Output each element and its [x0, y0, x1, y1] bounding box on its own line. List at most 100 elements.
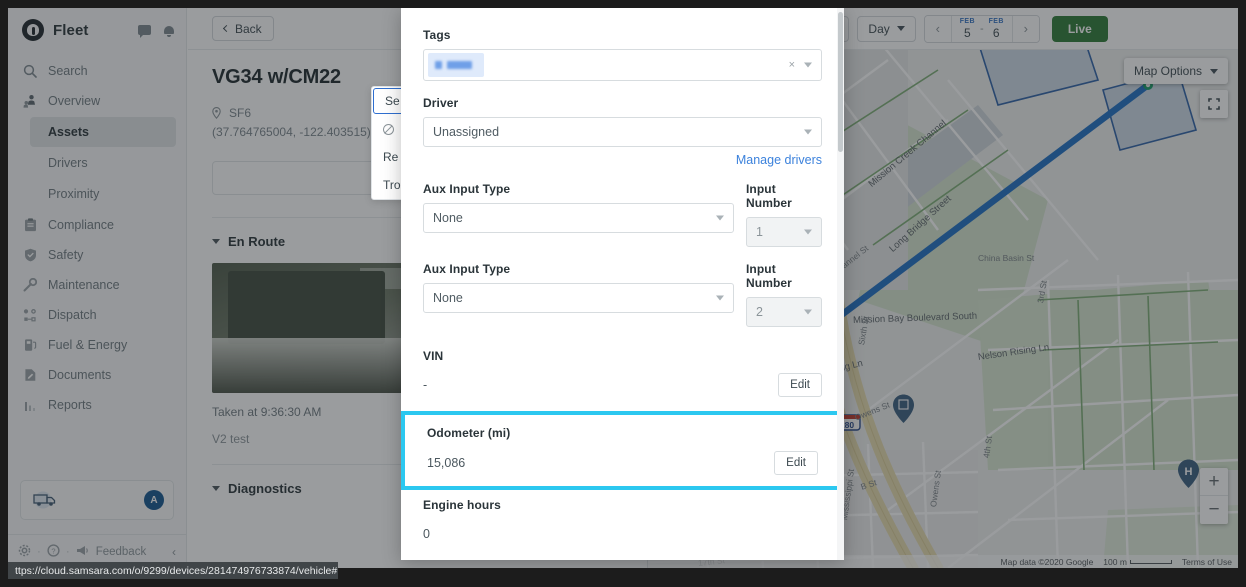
map-options-button[interactable]: Map Options — [1123, 58, 1228, 84]
sidebar-item-dispatch[interactable]: Dispatch — [8, 300, 186, 330]
collapse-sidebar-icon[interactable]: ‹ — [172, 545, 176, 559]
clear-tags-icon[interactable]: × — [789, 59, 795, 71]
aux-input-type-select-2[interactable]: None — [423, 283, 734, 313]
help-icon[interactable]: ? — [47, 543, 60, 560]
vin-label: VIN — [423, 349, 444, 363]
driver-value: Unassigned — [433, 125, 500, 139]
input-number-select-2[interactable]: 2 — [746, 297, 822, 327]
live-button[interactable]: Live — [1051, 15, 1108, 42]
driver-select[interactable]: Unassigned — [423, 117, 822, 147]
sidebar-item-label: Documents — [48, 368, 112, 382]
menu-item-label: Tro — [383, 178, 401, 192]
megaphone-icon[interactable] — [76, 545, 90, 559]
map-attribution: Map data ©2020 Google — [1000, 556, 1094, 567]
map-options-label: Map Options — [1133, 64, 1202, 78]
input-number-label: Input Number — [746, 182, 792, 210]
fuel-pump-icon — [22, 337, 38, 353]
no-entry-icon — [383, 123, 394, 135]
date-separator: - — [979, 22, 984, 35]
sidebar-item-label: Proximity — [48, 187, 100, 201]
footer-separator: · — [65, 545, 70, 558]
interval-dropdown[interactable]: Day — [857, 15, 916, 42]
photo-shape — [228, 270, 385, 344]
modal-scrollbar[interactable] — [837, 8, 844, 560]
gear-icon[interactable] — [18, 544, 31, 560]
engine-hours-value: 0 — [423, 527, 430, 541]
truck-icon — [32, 491, 62, 509]
caret-down-icon — [212, 239, 220, 244]
next-date-button[interactable]: › — [1012, 15, 1039, 42]
field-driver: Driver Unassigned — [423, 96, 822, 147]
field-tags: Tags × — [423, 28, 822, 81]
sidebar-item-documents[interactable]: Documents — [8, 360, 186, 390]
aux-input-type-value: None — [433, 211, 463, 225]
sidebar-item-label: Drivers — [48, 156, 88, 170]
modal-scrollbar-thumb[interactable] — [838, 12, 843, 152]
location-name: SF6 — [229, 106, 252, 120]
chevron-left-icon — [222, 24, 231, 33]
status-bar-url: ttps://cloud.samsara.com/o/9299/devices/… — [8, 562, 338, 579]
input-number-select-1[interactable]: 1 — [746, 217, 822, 247]
date-range-picker: ‹ FEB 5 - FEB 6 › — [923, 14, 1040, 43]
zoom-out-button[interactable]: − — [1200, 496, 1228, 524]
vehicle-switcher-card[interactable]: A — [20, 480, 174, 520]
sidebar-item-label: Dispatch — [48, 308, 97, 322]
engine-hours-label: Engine hours — [423, 498, 501, 512]
sidebar-item-label: Fuel & Energy — [48, 338, 128, 352]
document-icon — [22, 367, 38, 383]
sidebar-item-drivers[interactable]: Drivers — [30, 148, 176, 178]
sidebar-item-overview[interactable]: Overview — [8, 86, 186, 116]
bell-icon[interactable] — [164, 25, 174, 37]
chevron-down-icon — [716, 295, 724, 301]
app-window: Fleet Search Overview Assets Drivers Pro… — [0, 0, 1246, 587]
sidebar-item-compliance[interactable]: Compliance — [8, 210, 186, 240]
input-number-value: 1 — [756, 225, 763, 239]
field-aux-input-type-1: Aux Input Type None — [423, 182, 734, 247]
vehicle-settings-modal: Tags × Driver Unassigned Manage drivers … — [401, 8, 844, 560]
edit-odometer-button[interactable]: Edit — [774, 451, 818, 475]
fullscreen-icon — [1208, 98, 1220, 110]
sidebar-nav: Search Overview Assets Drivers Proximity — [8, 56, 186, 420]
modal-content: Tags × Driver Unassigned Manage drivers … — [401, 8, 844, 560]
chat-icon[interactable] — [138, 25, 151, 38]
back-button[interactable]: Back — [212, 16, 274, 41]
sidebar-item-label: Assets — [48, 125, 89, 139]
odometer-label: Odometer (mi) — [427, 426, 511, 440]
sidebar-item-proximity[interactable]: Proximity — [30, 179, 176, 209]
zoom-in-button[interactable]: + — [1200, 468, 1228, 496]
feedback-label[interactable]: Feedback — [96, 546, 147, 558]
sidebar-search[interactable]: Search — [8, 56, 186, 86]
engine-hours-value-row: 0 — [423, 522, 822, 546]
aux-input-type-select-1[interactable]: None — [423, 203, 734, 233]
sidebar-item-maintenance[interactable]: Maintenance — [8, 270, 186, 300]
avatar[interactable]: A — [144, 490, 164, 510]
footer-separator: · — [37, 545, 41, 558]
edit-vin-button[interactable]: Edit — [778, 373, 822, 397]
chevron-down-icon — [804, 309, 812, 315]
manage-drivers-link[interactable]: Manage drivers — [423, 153, 822, 167]
sidebar-item-safety[interactable]: Safety — [8, 240, 186, 270]
tag-chip-redacted[interactable] — [428, 53, 484, 77]
sidebar-item-label: Safety — [48, 248, 84, 262]
sidebar-item-fuel-energy[interactable]: Fuel & Energy — [8, 330, 186, 360]
map-scale-bar: 100 m — [1103, 557, 1172, 567]
tags-select[interactable]: × — [423, 49, 822, 81]
sidebar-item-label: Reports — [48, 398, 92, 412]
driver-label: Driver — [423, 96, 459, 110]
terms-of-use-link[interactable]: Terms of Use — [1182, 557, 1232, 567]
map-zoom-control: + − — [1200, 468, 1228, 524]
caret-down-icon — [212, 486, 220, 491]
date-range-display[interactable]: FEB 5 - FEB 6 — [950, 15, 1013, 42]
fullscreen-button[interactable] — [1200, 90, 1228, 118]
date-end-day: 6 — [992, 26, 1000, 40]
clipboard-icon — [22, 217, 38, 233]
date-start: FEB 5 — [960, 18, 975, 39]
date-end: FEB 6 — [989, 18, 1004, 39]
scale-line — [1129, 559, 1172, 564]
sidebar-item-assets[interactable]: Assets — [30, 117, 176, 147]
sidebar-item-reports[interactable]: Reports — [8, 390, 186, 420]
prev-date-button[interactable]: ‹ — [924, 15, 951, 42]
browser-viewport: Fleet Search Overview Assets Drivers Pro… — [8, 8, 1238, 568]
back-button-label: Back — [235, 21, 262, 36]
tags-label: Tags — [423, 28, 451, 42]
